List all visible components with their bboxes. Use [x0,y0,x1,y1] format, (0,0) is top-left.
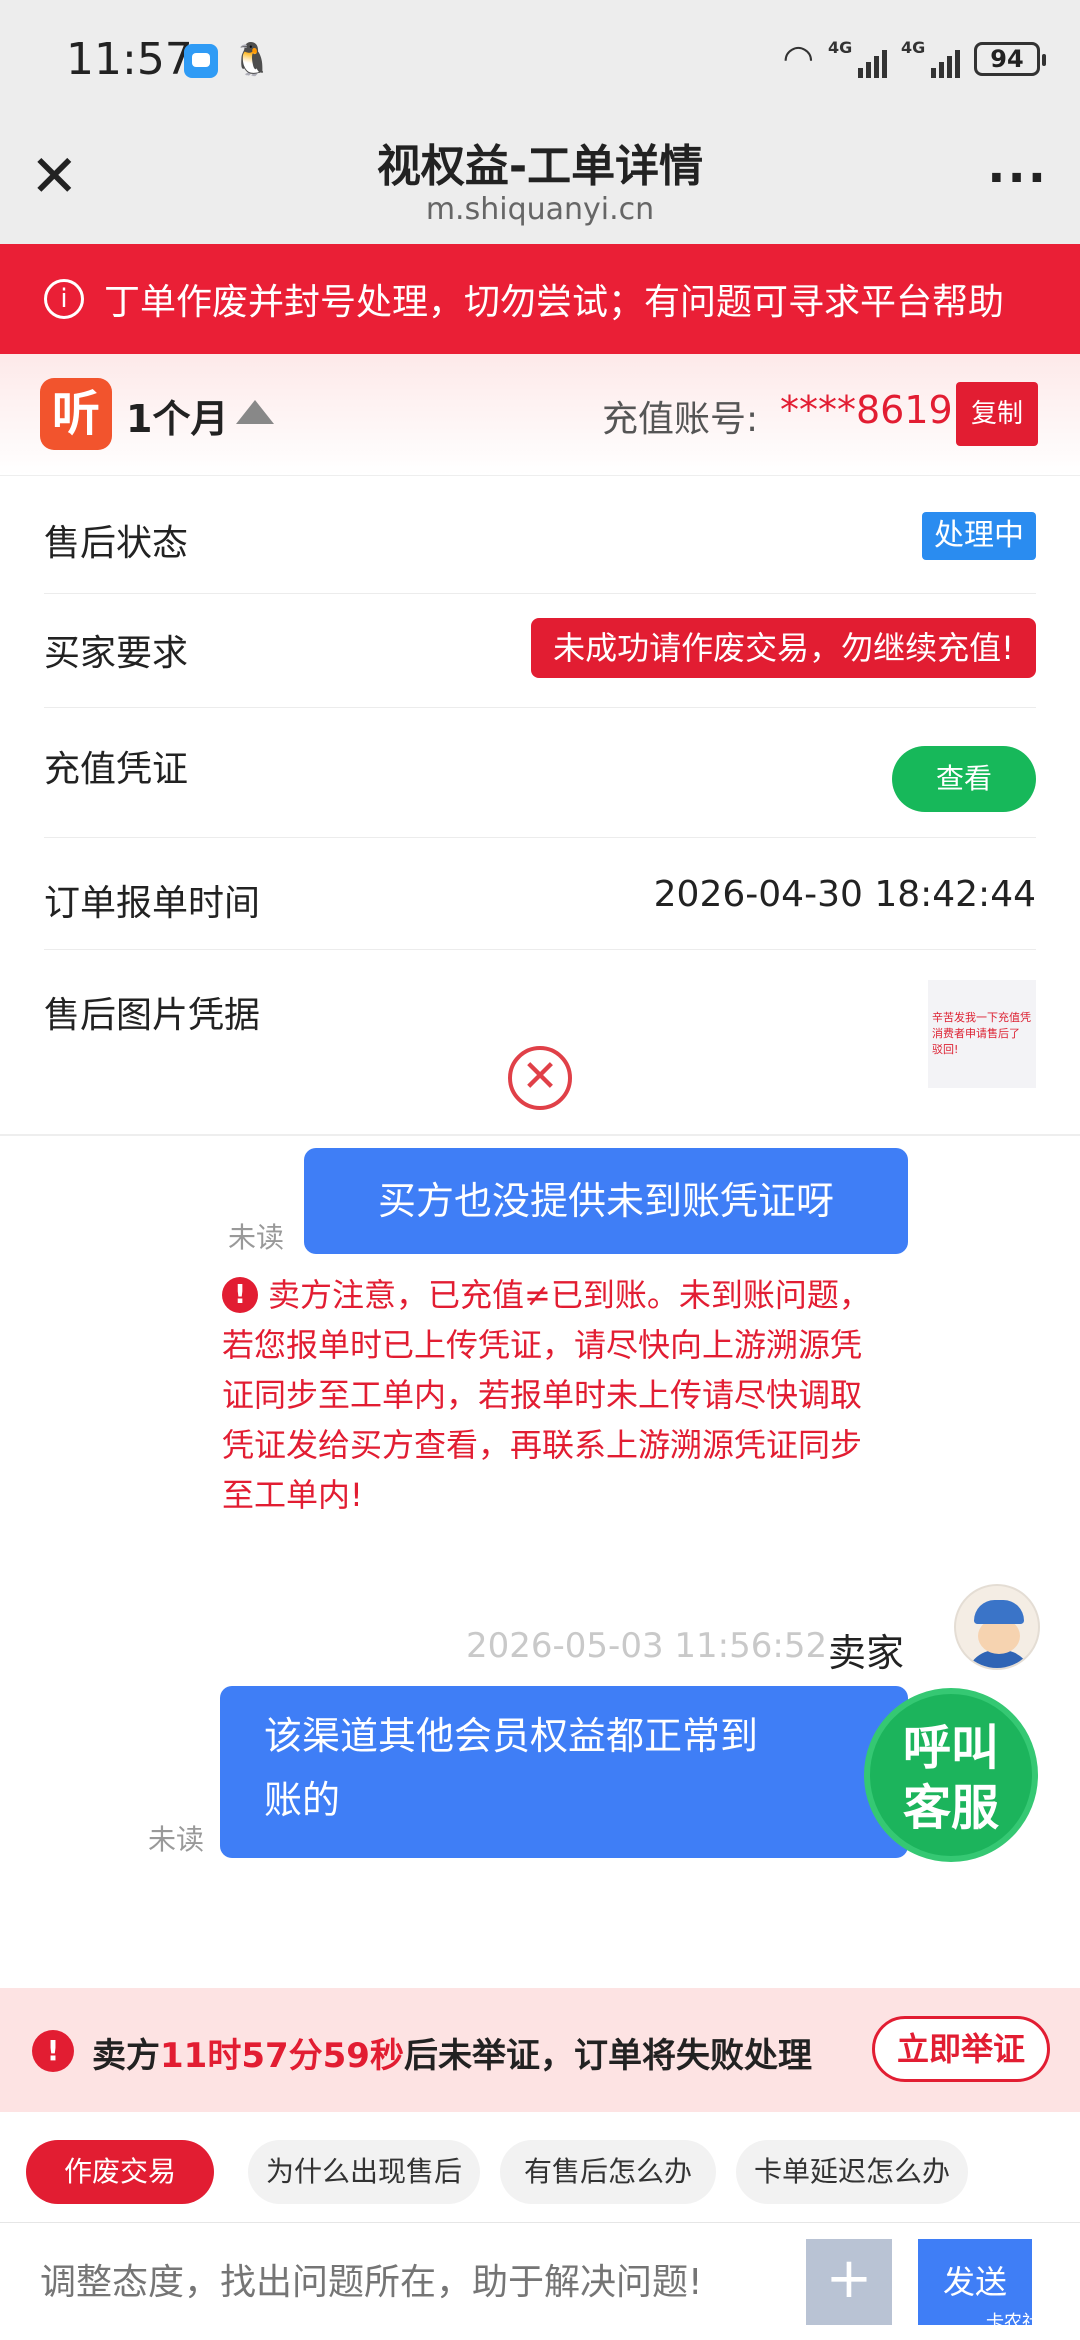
dismiss-icon[interactable]: ✕ [508,1046,572,1110]
copy-button[interactable]: 复制 [956,382,1038,446]
caret-up-icon[interactable] [236,400,274,424]
signal-label: 4G [828,37,853,57]
unread-status: 未读 [148,1823,205,1856]
call-service-button[interactable]: 呼叫 客服 [864,1688,1038,1862]
info-icon: i [44,279,84,319]
countdown-time: 11时57分59秒 [160,2036,404,2076]
chip-void-transaction[interactable]: 作废交易 [26,2140,214,2204]
seller-warning: ! 卖方注意，已充值≠已到账。未到账问题，若您报单时已上传凭证，请尽快向上游溯源凭… [222,1270,882,1520]
after-sale-status-row: 售后状态 处理中 [44,476,1036,594]
report-time-row: 订单报单时间 2026-04-30 18:42:44 [44,838,1036,950]
after-sale-status-label: 售后状态 [44,523,189,564]
message-timestamp: 2026-05-03 11:56:52 [466,1626,828,1666]
add-attachment-button[interactable]: + [806,2239,892,2325]
more-icon[interactable]: ··· [987,150,1048,206]
product-name: 1个月 [126,397,229,441]
message-input[interactable] [40,2247,800,2317]
wifi-icon: ◠ [782,38,814,79]
call-service-line2: 客服 [902,1780,999,1836]
evidence-thumbnail[interactable]: 辛苦发我一下充值凭 消费者申请售后了 驳回! [928,980,1036,1088]
view-voucher-button[interactable]: 查看 [892,746,1036,812]
battery-icon: 94 [974,41,1046,76]
messenger-notification-icon [184,44,218,78]
signal-label: 4G [901,37,926,57]
submit-evidence-button[interactable]: 立即举证 [872,2016,1050,2082]
chip-order-delay[interactable]: 卡单延迟怎么办 [736,2140,968,2204]
evidence-countdown-bar: ! 卖方11时57分59秒后未举证，订单将失败处理 立即举证 [0,1988,1080,2112]
status-indicators: ◠ 4G 4G 94 [782,37,1046,79]
buyer-request-label: 买家要求 [44,633,189,674]
voucher-row: 充值凭证 查看 [44,708,1036,838]
call-service-line1: 呼叫 [902,1720,999,1776]
account-value: ****8619 [780,388,953,432]
banner-text: 丁单作废并封号处理，切勿尝试；有问题可寻求平台帮助 [104,282,1005,323]
voucher-label: 充值凭证 [44,749,189,790]
message-input-bar: + 发送 [0,2222,1080,2340]
chat-bubble-buyer-reply: 买方也没提供未到账凭证呀 [304,1148,908,1254]
status-bar: 11:57 🐧 ◠ 4G 4G 94 [0,0,1080,120]
warning-banner: i 丁单作废并封号处理，切勿尝试；有问题可寻求平台帮助 [0,244,1080,354]
report-time-label: 订单报单时间 [44,883,261,924]
app-logo-icon: 听 [40,378,112,450]
page-url: m.shiquanyi.cn [425,192,655,227]
status-badge: 处理中 [922,512,1036,560]
alert-icon: ! [32,2030,74,2072]
watermark: 卡农社 [986,2312,1040,2333]
qq-notification-icon: 🐧 [232,40,272,78]
chip-how-after-sale[interactable]: 有售后怎么办 [500,2140,716,2204]
seller-warning-text: 卖方注意，已充值≠已到账。未到账问题，若您报单时已上传凭证，请尽快向上游溯源凭证… [222,1276,871,1514]
countdown-text: 卖方11时57分59秒后未举证，订单将失败处理 [92,2028,812,2077]
avatar [954,1584,1040,1670]
countdown-prefix: 卖方 [92,2036,160,2076]
product-header: 听 1个月 充值账号: ****8619 复制 [0,354,1080,476]
status-time: 11:57 [66,34,193,85]
evidence-label: 售后图片凭据 [44,995,261,1036]
alert-icon: ! [222,1277,258,1313]
signal-icon: 4G [828,37,887,78]
chip-why-after-sale[interactable]: 为什么出现售后 [248,2140,480,2204]
unread-status: 未读 [228,1221,285,1254]
divider [0,1134,1080,1136]
account-label: 充值账号: [602,399,759,440]
buyer-request-badge: 未成功请作废交易，勿继续充值! [531,618,1036,678]
signal-icon: 4G [901,37,960,78]
nav-bar: ✕ 视权益-工单详情 m.shiquanyi.cn ··· [0,120,1080,244]
buyer-request-row: 买家要求 未成功请作废交易，勿继续充值! [44,594,1036,708]
chat-bubble-seller: 该渠道其他会员权益都正常到账的 [220,1686,908,1858]
report-time-value: 2026-04-30 18:42:44 [653,874,1036,915]
countdown-suffix: 后未举证，订单将失败处理 [403,2036,812,2076]
page-title: 视权益-工单详情 [376,141,704,192]
quick-reply-bar: 作废交易 为什么出现售后 有售后怎么办 卡单延迟怎么办 [0,2112,1080,2222]
message-sender: 卖家 [828,1631,905,1675]
